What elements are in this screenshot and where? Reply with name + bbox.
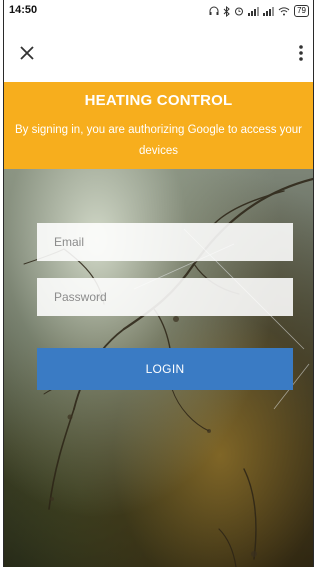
status-time: 14:50 [9,4,38,16]
app-bar [4,22,313,82]
more-vert-icon[interactable] [294,42,308,64]
status-bar: 14:50 79 [4,0,313,22]
login-button[interactable]: LOGIN [37,348,293,390]
signal-icon [263,7,275,16]
app-title: HEATING CONTROL [84,92,233,109]
signal-icon [248,7,260,16]
email-field[interactable] [37,223,293,261]
headset-icon [209,6,219,15]
header-banner: HEATING CONTROL By signing in, you are a… [4,82,313,169]
password-field[interactable] [37,278,293,316]
status-icons: 79 [209,3,309,19]
close-icon[interactable] [16,42,38,64]
battery-icon: 79 [294,5,309,17]
authorization-notice: By signing in, you are authorizing Googl… [14,124,303,157]
alarm-icon [235,7,244,16]
wifi-icon [278,7,290,16]
app-window: 14:50 79 HEATING CONTROL By signing in, … [3,0,314,567]
bluetooth-icon [223,5,230,17]
